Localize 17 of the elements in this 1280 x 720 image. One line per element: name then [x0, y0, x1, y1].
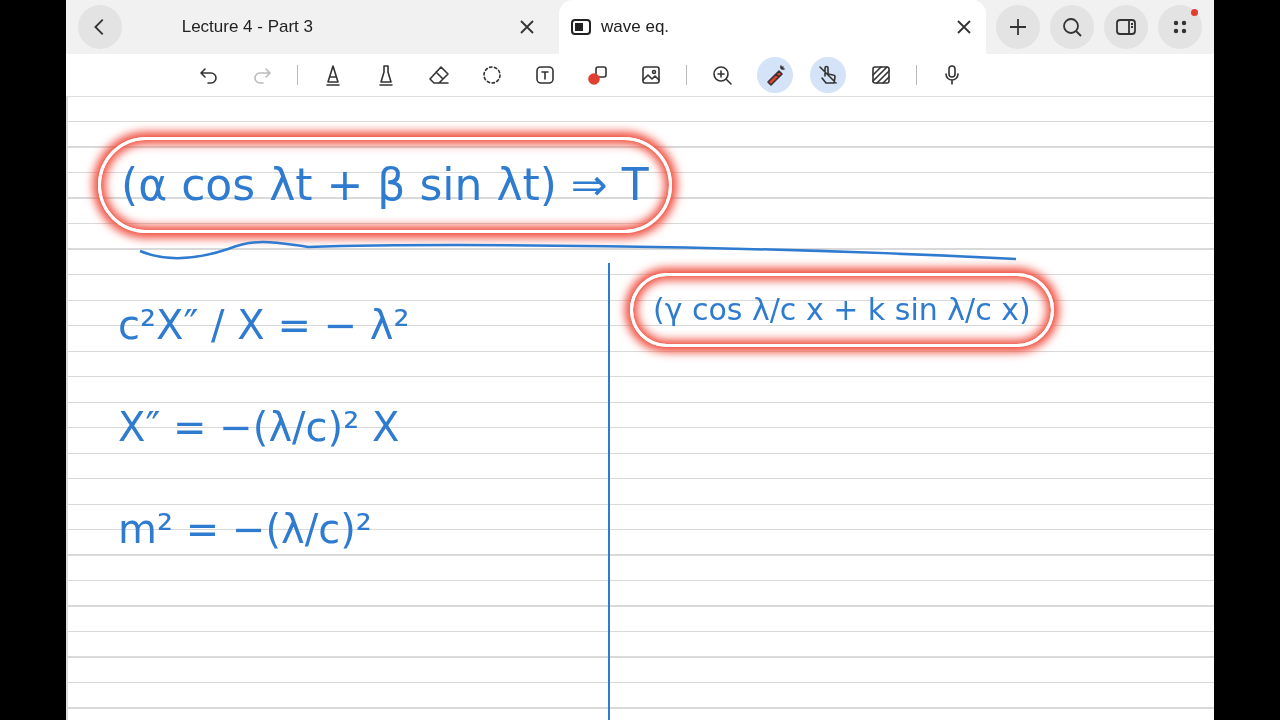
handwritten-equation: m² = −(λ/c)² [117, 505, 373, 555]
handwritten-equation: c²X″ / X = − λ² [117, 301, 411, 351]
laser-pointer-icon[interactable] [756, 57, 793, 93]
handwritten-equation: X″ = −(λ/c)² X [117, 403, 401, 453]
tab-title: wave eq. [601, 17, 671, 37]
tab[interactable]: Lecture 4 - Part 3 [131, 0, 549, 54]
close-icon[interactable] [519, 19, 535, 35]
hand-crossed-icon[interactable] [809, 57, 846, 93]
tab[interactable]: wave eq. [559, 0, 986, 54]
search-button[interactable] [1050, 5, 1094, 49]
more-button[interactable] [1158, 5, 1202, 49]
add-button[interactable] [996, 5, 1040, 49]
tab-title: Lecture 4 - Part 3 [181, 17, 314, 37]
sidebar-button[interactable] [1104, 5, 1148, 49]
notebook-icon [571, 19, 591, 35]
close-icon[interactable] [956, 19, 972, 35]
search-icon [1060, 15, 1084, 39]
